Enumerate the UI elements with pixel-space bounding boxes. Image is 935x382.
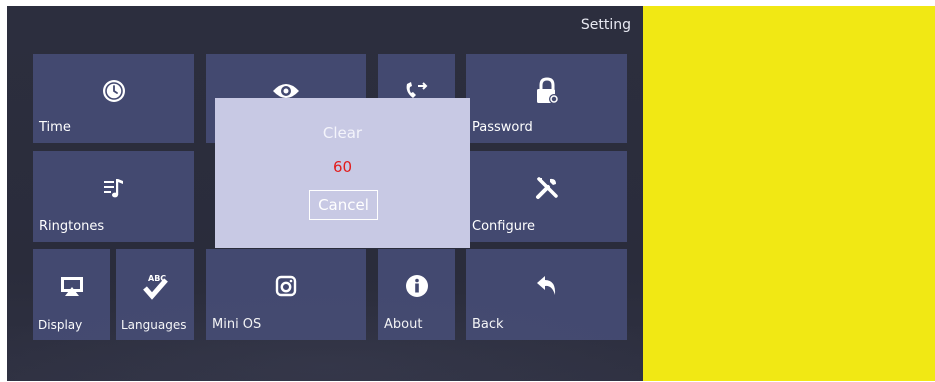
cancel-button[interactable]: Cancel: [309, 190, 378, 220]
back-tile[interactable]: Back: [466, 249, 627, 340]
abc-check-icon: ABC: [116, 271, 194, 301]
configure-label: Configure: [472, 219, 536, 234]
side-panel: [643, 6, 935, 381]
about-label: About: [384, 317, 423, 332]
ringtones-tile[interactable]: Ringtones: [33, 151, 194, 242]
about-tile[interactable]: About: [378, 249, 455, 340]
time-tile[interactable]: Time: [33, 54, 194, 143]
display-icon: [33, 271, 110, 301]
countdown-value: 60: [332, 158, 353, 176]
settings-screen: Setting Time Password Ringtones Configur…: [7, 6, 643, 381]
password-label: Password: [472, 120, 533, 135]
info-icon: [378, 271, 455, 301]
time-label: Time: [39, 120, 71, 135]
display-label: Display: [38, 318, 83, 332]
mini-os-label: Mini OS: [212, 317, 262, 332]
clear-dialog: Clear 60 Cancel: [215, 98, 470, 248]
dialog-title: Clear: [322, 124, 363, 142]
page-title: Setting: [580, 17, 631, 33]
instagram-icon: [206, 271, 366, 301]
music-list-icon: [33, 173, 194, 203]
languages-label: Languages: [121, 318, 187, 332]
back-arrow-icon: [466, 271, 627, 301]
ringtones-label: Ringtones: [39, 219, 105, 234]
clock-icon: [33, 76, 194, 106]
lock-icon: [466, 76, 627, 106]
back-label: Back: [472, 317, 504, 332]
mini-os-tile[interactable]: Mini OS: [206, 249, 366, 340]
password-tile[interactable]: Password: [466, 54, 627, 143]
display-tile[interactable]: Display: [33, 249, 110, 340]
languages-tile[interactable]: ABC Languages: [116, 249, 194, 340]
configure-tile[interactable]: Configure: [466, 151, 627, 242]
tools-icon: [466, 173, 627, 203]
